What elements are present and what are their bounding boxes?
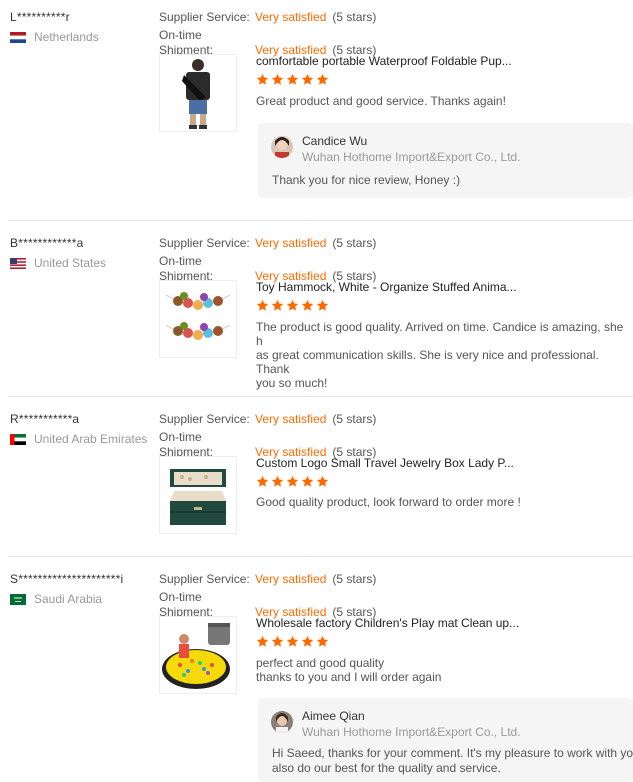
divider xyxy=(8,220,633,221)
star-icon xyxy=(271,299,284,312)
supplier-service-rating: Very satisfied (5 stars) xyxy=(255,572,376,586)
divider xyxy=(8,556,633,557)
rating-text: Very satisfied xyxy=(255,236,327,250)
rating-text: Very satisfied xyxy=(255,572,327,586)
uae-flag-icon xyxy=(10,433,26,445)
reply-text: Hi Saeed, thanks for your comment. It's … xyxy=(272,746,633,776)
saudi-arabia-flag-icon xyxy=(10,593,26,605)
rating-text: Very satisfied xyxy=(255,412,327,426)
play-mat-image xyxy=(162,623,230,689)
reply-text: Thank you for nice review, Honey :) xyxy=(272,173,461,187)
supplier-reply: Candice Wu Wuhan Hothome Import&Export C… xyxy=(258,123,633,198)
review-text: Good quality product, look forward to or… xyxy=(256,495,521,509)
star-icon xyxy=(271,475,284,488)
reply-author-name: Candice Wu xyxy=(302,134,368,148)
rating-stars-text: (5 stars) xyxy=(332,10,377,24)
reply-text-line: also do our best for the quality and ser… xyxy=(272,761,501,775)
country-name: Netherlands xyxy=(34,30,99,44)
avatar xyxy=(271,711,293,733)
supplier-service-label: Supplier Service: xyxy=(159,236,250,250)
product-title-link[interactable]: Wholesale factory Children's Play mat Cl… xyxy=(256,616,519,630)
supplier-service-rating: Very satisfied (5 stars) xyxy=(255,10,376,24)
reviewer-name: R***********a xyxy=(10,412,80,426)
country-name: United States xyxy=(34,256,107,270)
divider xyxy=(8,396,633,397)
reply-company: Wuhan Hothome Import&Export Co., Ltd. xyxy=(302,725,521,739)
toy-hammock-image xyxy=(165,292,231,340)
reply-author-name: Aimee Qian xyxy=(302,709,365,723)
united-states-flag-icon xyxy=(10,257,26,269)
star-icon xyxy=(301,475,314,488)
product-image[interactable] xyxy=(159,280,237,358)
reviewer-name: B************a xyxy=(10,236,84,250)
review-text: perfect and good quality thanks to you a… xyxy=(256,656,628,684)
star-icon xyxy=(316,73,329,86)
star-icon xyxy=(316,299,329,312)
star-icon xyxy=(286,475,299,488)
supplier-service-label: Supplier Service: xyxy=(159,572,250,586)
product-title-link[interactable]: Toy Hammock, White - Organize Stuffed An… xyxy=(256,280,517,294)
on-time-label: On-time xyxy=(159,430,202,444)
review-text-line: you so much! xyxy=(256,376,328,390)
country-name: Saudi Arabia xyxy=(34,592,103,606)
product-title-link[interactable]: comfortable portable Waterproof Foldable… xyxy=(256,54,512,68)
star-icon xyxy=(256,635,269,648)
review-text: The product is good quality. Arrived on … xyxy=(256,320,628,390)
star-icon xyxy=(256,475,269,488)
reply-company: Wuhan Hothome Import&Export Co., Ltd. xyxy=(302,150,521,164)
avatar xyxy=(271,136,293,158)
jewelry-box-image xyxy=(170,469,226,525)
review-text-line: perfect and good quality xyxy=(256,656,385,670)
rating-stars xyxy=(256,475,329,488)
supplier-service-label: Supplier Service: xyxy=(159,10,250,24)
reviewer-country: United States xyxy=(10,256,106,270)
star-icon xyxy=(286,73,299,86)
product-image[interactable] xyxy=(159,54,237,132)
star-icon xyxy=(316,475,329,488)
review-text-line: thanks to you and I will order again xyxy=(256,670,442,684)
reviewer-country: Netherlands xyxy=(10,30,99,44)
reply-text-line: Hi Saeed, thanks for your comment. It's … xyxy=(272,746,633,760)
pet-carrier-sling-image xyxy=(182,59,210,129)
reviewer-name: L**********r xyxy=(10,10,70,24)
star-icon xyxy=(256,73,269,86)
star-icon xyxy=(301,73,314,86)
star-icon xyxy=(316,635,329,648)
supplier-service-rating: Very satisfied (5 stars) xyxy=(255,412,376,426)
star-icon xyxy=(271,73,284,86)
netherlands-flag-icon xyxy=(10,31,26,43)
country-name: United Arab Emirates xyxy=(34,432,148,446)
rating-stars-text: (5 stars) xyxy=(332,412,377,426)
star-icon xyxy=(301,635,314,648)
on-time-label: On-time xyxy=(159,254,202,268)
star-icon xyxy=(286,299,299,312)
rating-stars xyxy=(256,299,329,312)
product-image[interactable] xyxy=(159,456,237,534)
product-image[interactable] xyxy=(159,616,237,694)
review-text: Great product and good service. Thanks a… xyxy=(256,94,506,108)
rating-stars xyxy=(256,73,329,86)
rating-stars xyxy=(256,635,329,648)
rating-stars-text: (5 stars) xyxy=(332,572,377,586)
star-icon xyxy=(271,635,284,648)
star-icon xyxy=(301,299,314,312)
on-time-label: On-time xyxy=(159,590,202,604)
rating-text: Very satisfied xyxy=(255,10,327,24)
review-text-line: The product is good quality. Arrived on … xyxy=(256,320,624,348)
reviewer-name: S*********************i xyxy=(10,572,124,586)
rating-stars-text: (5 stars) xyxy=(332,236,377,250)
product-title-link[interactable]: Custom Logo Small Travel Jewelry Box Lad… xyxy=(256,456,514,470)
supplier-reply: Aimee Qian Wuhan Hothome Import&Export C… xyxy=(258,698,633,782)
reviewer-country: United Arab Emirates xyxy=(10,432,147,446)
star-icon xyxy=(286,635,299,648)
supplier-service-label: Supplier Service: xyxy=(159,412,250,426)
review-text-line: as great communication skills. She is ve… xyxy=(256,348,599,376)
star-icon xyxy=(256,299,269,312)
supplier-service-rating: Very satisfied (5 stars) xyxy=(255,236,376,250)
reviewer-country: Saudi Arabia xyxy=(10,592,102,606)
on-time-label: On-time xyxy=(159,28,202,42)
